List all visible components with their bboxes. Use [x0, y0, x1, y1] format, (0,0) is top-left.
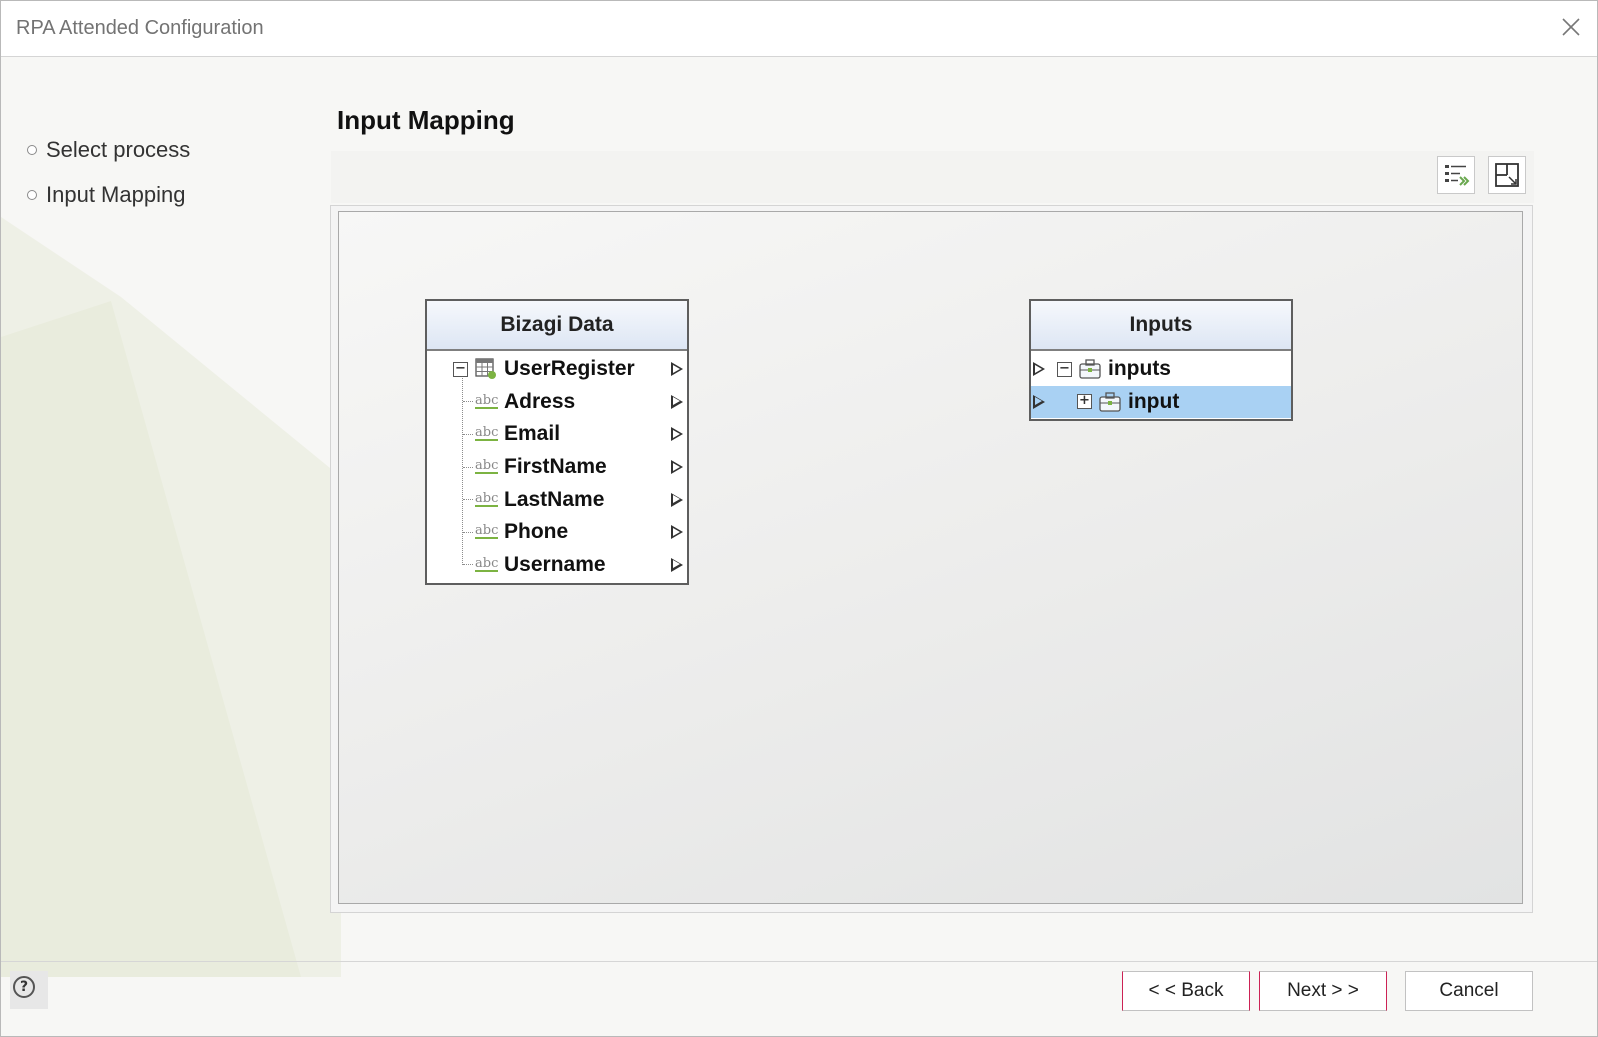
footer-divider	[1, 961, 1597, 962]
connector-arrow-icon[interactable]	[671, 427, 683, 442]
back-button[interactable]: < < Back	[1122, 971, 1250, 1011]
tree-connector	[463, 466, 473, 468]
text-field-icon: abc	[475, 555, 499, 572]
connector-arrow-icon[interactable]	[671, 460, 683, 475]
close-button[interactable]	[1559, 15, 1583, 39]
window-title: RPA Attended Configuration	[16, 17, 264, 39]
connector-arrow-icon[interactable]	[671, 394, 683, 409]
title-bar: RPA Attended Configuration	[1, 1, 1597, 57]
source-row-email[interactable]: abc Email	[427, 418, 687, 451]
source-row-adress[interactable]: abc Adress	[427, 386, 687, 419]
text-field-icon: abc	[475, 523, 499, 540]
help-button[interactable]: ?	[10, 971, 48, 1009]
step-input-mapping[interactable]: Input Mapping	[27, 172, 190, 217]
close-icon	[1562, 18, 1580, 36]
tree-connector	[463, 499, 473, 501]
tree-connector	[463, 564, 473, 566]
connector-arrow-icon[interactable]	[1033, 394, 1045, 409]
source-row-phone[interactable]: abc Phone	[427, 516, 687, 549]
field-label: Email	[504, 422, 561, 446]
object-icon	[1099, 391, 1121, 412]
text-field-icon: abc	[475, 458, 499, 475]
target-row-label: inputs	[1108, 357, 1171, 381]
target-inputs-box: Inputs − inputs + input	[1029, 299, 1293, 421]
text-field-icon: abc	[475, 490, 499, 507]
dialog-window: RPA Attended Configuration Select proces…	[0, 0, 1598, 1037]
tree-connector	[463, 401, 473, 403]
source-row-userregister[interactable]: − UserRegister	[427, 353, 687, 386]
text-field-icon: abc	[475, 425, 499, 442]
connector-arrow-icon[interactable]	[671, 557, 683, 572]
collapse-icon[interactable]: −	[453, 361, 468, 377]
text-field-icon: abc	[475, 392, 499, 409]
field-label: Username	[504, 552, 606, 576]
table-icon	[475, 358, 496, 379]
target-tree: − inputs + input	[1031, 351, 1291, 419]
source-box-header: Bizagi Data	[427, 301, 687, 351]
field-label: LastName	[504, 487, 605, 511]
step-label: Input Mapping	[46, 181, 186, 207]
field-label: Adress	[504, 389, 576, 413]
target-row-input[interactable]: + input	[1031, 385, 1291, 419]
help-icon: ?	[13, 976, 35, 998]
auto-map-button[interactable]	[1437, 156, 1475, 194]
step-label: Select process	[46, 136, 191, 162]
target-row-inputs[interactable]: − inputs	[1031, 353, 1291, 386]
source-data-box: Bizagi Data − UserRegister abc Adress ab…	[425, 299, 689, 585]
source-tree: − UserRegister abc Adress abc Email abc …	[427, 351, 687, 581]
page-title: Input Mapping	[337, 105, 515, 135]
connector-arrow-icon[interactable]	[1033, 362, 1045, 377]
auto-map-icon	[1445, 165, 1470, 186]
fit-to-window-button[interactable]	[1488, 156, 1526, 194]
mapping-toolbar	[331, 151, 1534, 203]
connector-arrow-icon[interactable]	[671, 525, 683, 540]
collapse-icon[interactable]: −	[1057, 361, 1072, 377]
source-row-username[interactable]: abc Username	[427, 549, 687, 582]
tree-connector	[463, 433, 473, 435]
expand-icon[interactable]: +	[1077, 394, 1092, 410]
step-bullet-icon	[27, 189, 37, 200]
connector-arrow-icon[interactable]	[671, 362, 683, 377]
field-label: Phone	[504, 520, 569, 544]
fit-to-window-icon	[1495, 163, 1519, 187]
step-select-process[interactable]: Select process	[27, 127, 190, 172]
step-bullet-icon	[27, 144, 37, 155]
target-box-header: Inputs	[1031, 301, 1291, 351]
source-root-label: UserRegister	[504, 357, 635, 381]
source-row-lastname[interactable]: abc LastName	[427, 483, 687, 516]
target-row-label: input	[1128, 389, 1180, 413]
cancel-button[interactable]: Cancel	[1405, 971, 1533, 1011]
field-label: FirstName	[504, 455, 607, 479]
source-row-firstname[interactable]: abc FirstName	[427, 451, 687, 484]
connector-arrow-icon[interactable]	[671, 492, 683, 507]
next-button[interactable]: Next > >	[1259, 971, 1387, 1011]
object-icon	[1079, 359, 1101, 379]
tree-connector	[463, 531, 473, 533]
wizard-steps: Select process Input Mapping	[27, 127, 190, 217]
